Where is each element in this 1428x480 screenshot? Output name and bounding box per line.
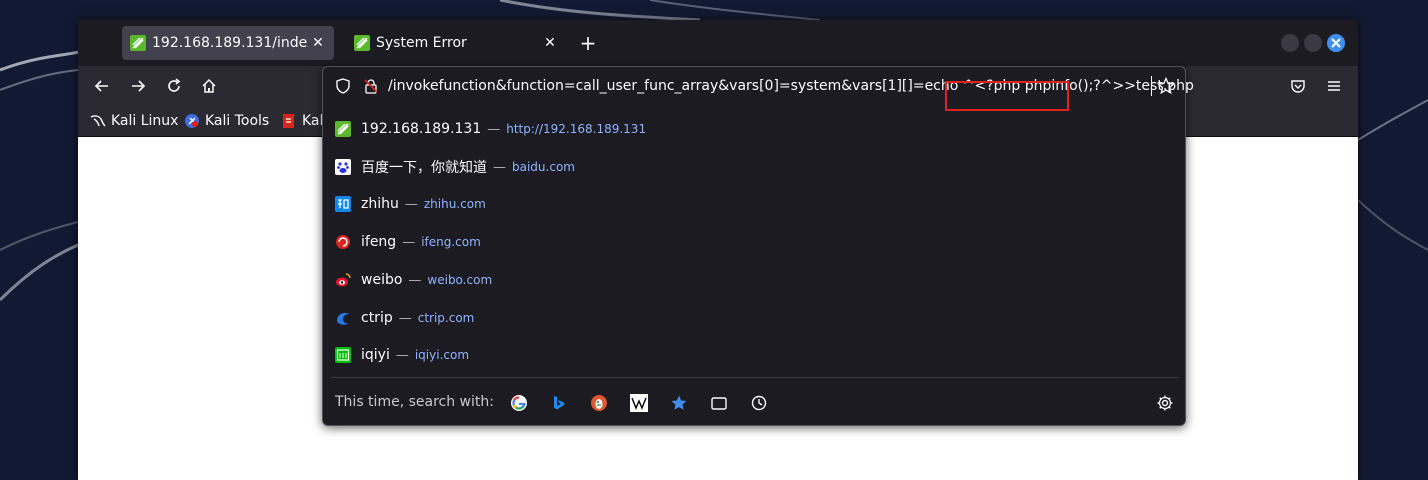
baidu-icon — [335, 159, 351, 175]
suggestion-url: ctrip.com — [417, 311, 475, 325]
suggestion-url: weibo.com — [427, 273, 493, 287]
new-tab-button[interactable]: + — [576, 32, 600, 56]
zhihu-icon — [335, 196, 351, 212]
search-with-label: This time, search with: — [335, 394, 494, 410]
divider — [331, 377, 1179, 378]
kali-tools-icon — [185, 114, 199, 128]
search-settings-button[interactable] — [1155, 393, 1175, 413]
minimize-button[interactable] — [1281, 34, 1299, 52]
duckduckgo-icon — [591, 395, 607, 411]
maximize-button[interactable] — [1304, 34, 1322, 52]
suggestion-separator: — — [402, 234, 416, 250]
history-icon — [751, 395, 767, 411]
suggestion-separator: — — [395, 347, 409, 363]
bing-icon — [554, 396, 564, 410]
tabs-icon — [711, 397, 727, 410]
forward-button[interactable] — [126, 74, 150, 98]
suggestion-title: 百度一下，你就知道 — [361, 160, 487, 176]
green-leaf-icon — [130, 35, 146, 51]
suggestion-item[interactable]: weibo — weibo.com — [323, 262, 1185, 298]
reload-button[interactable] — [162, 74, 186, 98]
suggestion-url: baidu.com — [512, 160, 575, 174]
kali-dragon-icon — [90, 115, 106, 127]
home-button[interactable] — [197, 74, 221, 98]
url-dropdown-panel: /invokefunction&function=call_user_func_… — [322, 66, 1194, 426]
pocket-icon — [1291, 80, 1305, 93]
tab-close-icon[interactable]: ✕ — [308, 33, 328, 53]
wikipedia-engine-button[interactable] — [629, 393, 649, 413]
bookmark-label: Kali Tools — [205, 113, 270, 129]
arrow-left-icon — [94, 80, 108, 92]
close-icon — [1331, 38, 1341, 48]
suggestion-title: ctrip — [361, 310, 393, 326]
suggestion-title: ifeng — [361, 234, 397, 250]
history-engine-button[interactable] — [749, 393, 769, 413]
suggestion-item[interactable]: 192.168.189.131 — http://192.168.189.131 — [323, 111, 1185, 147]
bing-engine-button[interactable] — [549, 393, 569, 413]
suggestion-separator: — — [493, 159, 506, 175]
bookmark-kali-tools[interactable]: Kali Tools — [184, 111, 269, 131]
google-engine-button[interactable] — [509, 393, 529, 413]
home-icon — [202, 78, 216, 93]
suggestion-separator: — — [404, 196, 418, 212]
suggestion-url: iqiyi.com — [414, 348, 470, 362]
tab-index-php[interactable]: 192.168.189.131/index.php ✕ — [122, 26, 334, 60]
tab-system-error[interactable]: System Error ✕ — [346, 26, 566, 60]
tab-bar: 192.168.189.131/index.php ✕ System Error… — [78, 20, 1358, 66]
ifeng-icon — [336, 235, 350, 249]
insecure-lock-icon[interactable] — [363, 78, 379, 94]
bookmarks-icon — [671, 395, 687, 410]
arrow-right-icon — [132, 80, 146, 92]
pocket-button[interactable] — [1286, 74, 1310, 98]
gear-icon — [1157, 395, 1173, 411]
tab-title: 192.168.189.131/index.php — [152, 35, 308, 51]
suggestion-separator: — — [487, 121, 501, 137]
suggestion-item[interactable]: ifeng — ifeng.com — [323, 224, 1185, 260]
google-icon — [511, 395, 527, 411]
green-leaf-icon — [354, 35, 370, 51]
suggestion-title: zhihu — [361, 196, 399, 212]
search-engine-row: This time, search with: — [323, 385, 1185, 421]
tab-close-icon[interactable]: ✕ — [540, 33, 560, 53]
url-input[interactable]: /invokefunction&function=call_user_func_… — [388, 76, 1194, 96]
suggestion-separator: — — [398, 310, 412, 326]
app-menu-button[interactable] — [1322, 74, 1346, 98]
hamburger-menu-icon — [1328, 81, 1340, 91]
text-caret — [1151, 76, 1152, 96]
suggestion-url: http://192.168.189.131 — [506, 122, 647, 136]
wikipedia-icon — [630, 394, 648, 412]
ctrip-icon — [337, 312, 349, 325]
bookmark-kali-linux[interactable]: Kali Linux — [90, 111, 178, 131]
suggestion-url: zhihu.com — [423, 197, 486, 211]
suggestion-item[interactable]: zhihu — zhihu.com — [323, 186, 1185, 222]
bookmark-kali-docs[interactable]: Kali — [281, 111, 327, 131]
suggestion-item[interactable]: 百度一下，你就知道 — baidu.com — [323, 149, 1185, 185]
duckduckgo-engine-button[interactable] — [589, 393, 609, 413]
suggestion-title: weibo — [361, 272, 403, 288]
suggestion-item[interactable]: ctrip — ctrip.com — [323, 300, 1185, 336]
reload-icon — [168, 78, 181, 92]
weibo-icon — [336, 273, 351, 287]
tab-title: System Error — [376, 35, 467, 51]
close-window-button[interactable] — [1327, 34, 1345, 52]
tabs-engine-button[interactable] — [709, 393, 729, 413]
bookmarks-engine-button[interactable] — [669, 393, 689, 413]
star-bookmark-icon[interactable] — [1157, 77, 1175, 95]
kali-docs-icon — [283, 114, 294, 128]
highlight-annotation-box — [945, 81, 1069, 111]
suggestion-url: ifeng.com — [421, 235, 481, 249]
back-button[interactable] — [90, 74, 114, 98]
shield-icon[interactable] — [335, 78, 351, 94]
suggestion-title: 192.168.189.131 — [361, 121, 482, 137]
bookmark-label: Kali Linux — [111, 113, 179, 129]
url-bar[interactable]: /invokefunction&function=call_user_func_… — [323, 67, 1194, 111]
suggestion-item[interactable]: iqiyi — iqiyi.com — [323, 337, 1185, 373]
iqiyi-icon — [335, 347, 351, 363]
green-leaf-icon — [335, 121, 351, 137]
suggestion-title: iqiyi — [361, 347, 390, 363]
suggestion-separator: — — [408, 272, 422, 288]
